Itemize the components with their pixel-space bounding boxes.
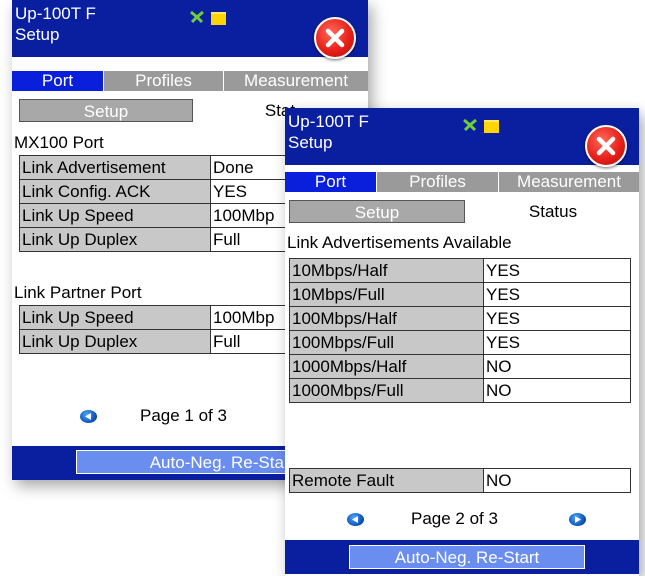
tab-measurement[interactable]: Measurement (498, 172, 639, 192)
tab-port[interactable]: Port (12, 71, 103, 91)
network-icon (463, 118, 477, 132)
main-tabs: Port Profiles Measurement (12, 71, 368, 91)
table-row: Remote Fault NO (289, 468, 631, 493)
subtab-status[interactable]: Status (465, 200, 639, 223)
row-label: Link Up Duplex (19, 329, 211, 354)
row-label: Link Up Speed (19, 305, 211, 330)
tab-profiles[interactable]: Profiles (376, 172, 498, 192)
subtab-setup[interactable]: Setup (19, 99, 193, 122)
prev-page-icon (352, 516, 358, 523)
main-tabs: Port Profiles Measurement (285, 172, 639, 192)
close-icon (325, 28, 345, 48)
device-title: Up-100T F (15, 4, 96, 23)
row-label: 10Mbps/Full (289, 282, 484, 307)
row-value: NO (483, 468, 631, 493)
status-icons (462, 117, 502, 133)
table-row: 10Mbps/Full YES (289, 282, 631, 307)
close-button[interactable] (314, 17, 356, 59)
title-bar: Up-100T F Setup (285, 108, 639, 167)
page-indicator: Page 2 of 3 (411, 509, 498, 528)
prev-page-icon (85, 413, 91, 420)
setup-window-front: Up-100T F Setup Port Profiles Measuremen… (285, 108, 639, 576)
pager: Page 2 of 3 (347, 509, 587, 531)
page-indicator: Page 1 of 3 (140, 406, 227, 425)
row-label: Link Up Speed (19, 203, 211, 228)
tab-port[interactable]: Port (285, 172, 376, 192)
row-value: YES (483, 282, 631, 307)
row-label: 100Mbps/Full (289, 330, 484, 355)
link-advertisements-table: 10Mbps/Half YES 10Mbps/Full YES 100Mbps/… (289, 258, 631, 403)
prev-page-button[interactable] (80, 410, 97, 423)
row-value: NO (483, 354, 631, 379)
row-label: 10Mbps/Half (289, 258, 484, 283)
row-value: YES (483, 330, 631, 355)
table-row: 1000Mbps/Full NO (289, 378, 631, 403)
row-label: Link Up Duplex (19, 227, 211, 252)
subtab-setup[interactable]: Setup (289, 200, 465, 223)
auto-neg-restart-button[interactable]: Auto-Neg. Re-Start (349, 545, 585, 569)
screen-title: Setup (288, 133, 333, 152)
row-value: YES (483, 306, 631, 331)
title-bar: Up-100T F Setup (12, 0, 368, 59)
next-page-button[interactable] (569, 513, 586, 526)
folder-icon (211, 12, 226, 25)
row-value: YES (483, 258, 631, 283)
table-row: 10Mbps/Half YES (289, 258, 631, 283)
next-page-icon (575, 516, 581, 523)
table-row: 100Mbps/Half YES (289, 306, 631, 331)
row-label: Remote Fault (289, 468, 484, 493)
pager: Page 1 of 3 (80, 406, 280, 428)
row-label: Link Config. ACK (19, 179, 211, 204)
screen-title: Setup (15, 25, 60, 44)
close-icon (596, 136, 616, 156)
network-icon (190, 10, 204, 24)
section-link-partner-port: Link Partner Port (14, 283, 142, 302)
row-label: 1000Mbps/Half (289, 354, 484, 379)
bottom-bar: Auto-Neg. Re-Start (285, 540, 639, 574)
status-icons (189, 9, 229, 25)
table-row: 100Mbps/Full YES (289, 330, 631, 355)
remote-fault-table: Remote Fault NO (289, 468, 631, 493)
device-title: Up-100T F (288, 112, 369, 131)
section-mx100-port: MX100 Port (14, 133, 104, 152)
row-label: 1000Mbps/Full (289, 378, 484, 403)
tab-profiles[interactable]: Profiles (103, 71, 223, 91)
sub-tabs: Setup Status (289, 200, 639, 223)
row-label: 100Mbps/Half (289, 306, 484, 331)
section-link-advertisements: Link Advertisements Available (287, 233, 512, 252)
close-button[interactable] (585, 125, 627, 167)
table-row: 1000Mbps/Half NO (289, 354, 631, 379)
row-label: Link Advertisement (19, 155, 211, 180)
prev-page-button[interactable] (347, 513, 364, 526)
tab-measurement[interactable]: Measurement (223, 71, 368, 91)
folder-icon (484, 120, 499, 133)
row-value: NO (483, 378, 631, 403)
